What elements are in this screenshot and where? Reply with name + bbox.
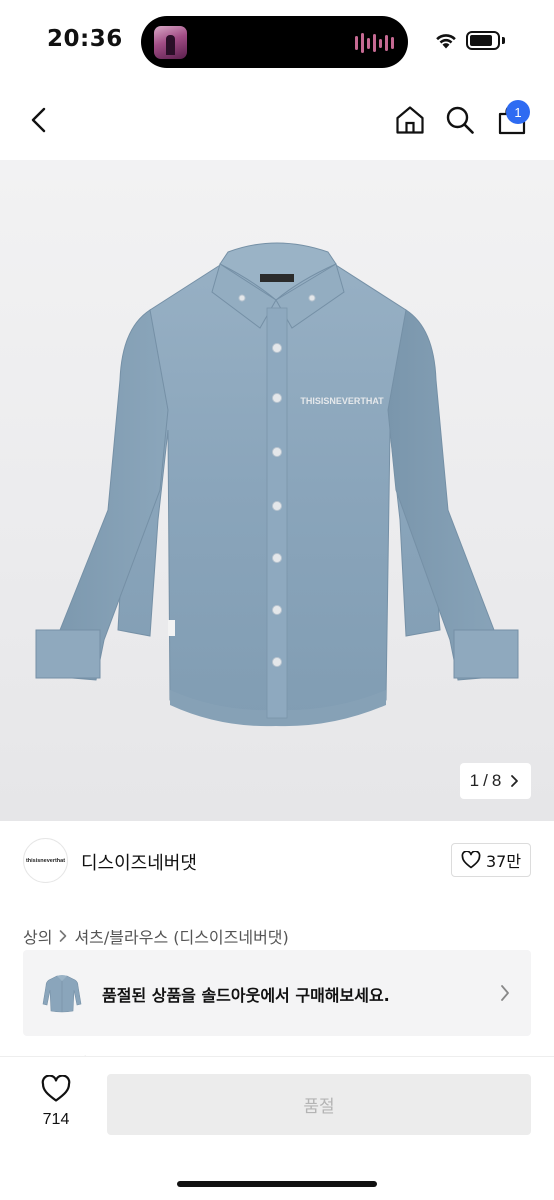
wifi-icon: [436, 34, 456, 49]
denim-shirt-image: THISISNEVERTHAT: [35, 242, 519, 727]
breadcrumb-subcategory[interactable]: 셔츠/블라우스 (디스이즈네버댓): [74, 924, 288, 948]
search-icon: [446, 106, 474, 134]
back-button[interactable]: [20, 100, 60, 140]
product-image-carousel[interactable]: THISISNEVERTHAT: [0, 160, 554, 821]
dynamic-island[interactable]: [141, 16, 408, 68]
equalizer-icon: [355, 32, 394, 54]
brand-name[interactable]: 디스이즈네버댓: [81, 849, 197, 875]
chevron-right-icon: [60, 930, 67, 942]
shirt-print-text: THISISNEVERTHAT: [300, 396, 384, 406]
status-bar: 20:36: [0, 0, 554, 82]
bottom-action-bar: 714 품절: [0, 1056, 554, 1200]
brand-logo[interactable]: thisisneverthat: [23, 838, 68, 883]
brand-like-count: 37만: [485, 852, 522, 871]
shirt-thumbnail: [42, 975, 82, 1013]
back-icon: [31, 107, 46, 133]
top-nav: [0, 82, 554, 160]
wishlist-count: 714: [42, 1111, 70, 1128]
status-time: 20:36: [47, 26, 123, 52]
soldout-banner[interactable]: 품절된 상품을 솔드아웃에서 구매해보세요.: [23, 950, 531, 1036]
heart-icon: [461, 851, 481, 869]
battery-icon: [466, 31, 500, 50]
home-icon: [396, 106, 424, 134]
battery-tip: [502, 37, 505, 44]
brand-like-button[interactable]: 37만: [451, 843, 531, 877]
wishlist-button[interactable]: 714: [26, 1074, 86, 1129]
soldout-banner-text: 품절된 상품을 솔드아웃에서 구매해보세요.: [102, 986, 390, 1005]
breadcrumb: 상의 셔츠/블라우스 (디스이즈네버댓): [23, 924, 289, 948]
breadcrumb-category[interactable]: 상의: [23, 924, 52, 948]
soldout-button[interactable]: 품절: [107, 1074, 531, 1135]
chevron-right-icon: [501, 985, 509, 1001]
image-pager[interactable]: 1 / 8: [460, 763, 531, 799]
search-button[interactable]: [440, 100, 480, 140]
now-playing-art: [154, 26, 187, 59]
home-button[interactable]: [390, 100, 430, 140]
brand-row: thisisneverthat 디스이즈네버댓 37만: [0, 821, 554, 901]
pager-separator: /: [483, 771, 488, 790]
heart-icon: [41, 1074, 71, 1102]
chevron-right-icon: [511, 775, 519, 787]
pager-total: 8: [491, 771, 502, 790]
home-indicator[interactable]: [177, 1181, 377, 1187]
pager-current: 1: [469, 771, 480, 790]
cart-count-badge: 1: [506, 100, 530, 124]
